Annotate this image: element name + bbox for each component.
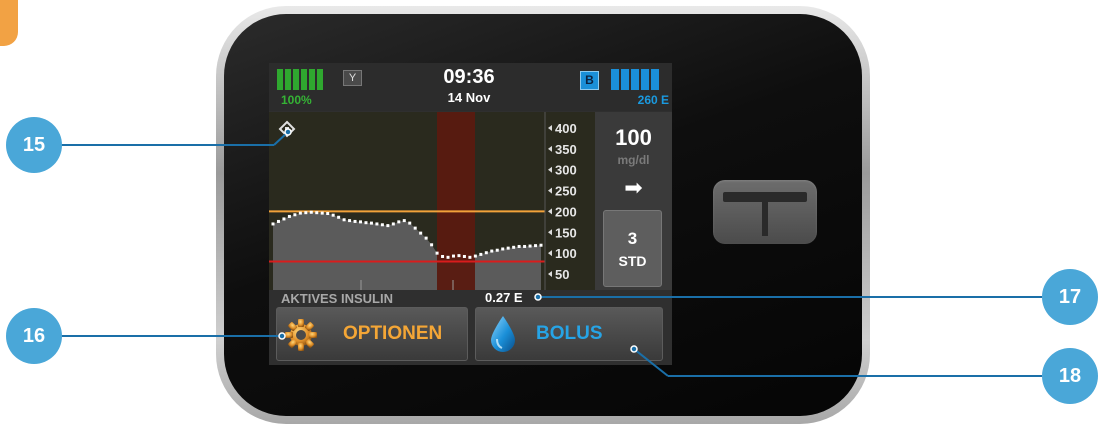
callout-18-line <box>633 348 669 377</box>
callout-leader-lines <box>60 128 1042 377</box>
callout-17: 17 <box>1042 269 1098 325</box>
callout-16: 16 <box>6 308 62 364</box>
callout-18: 18 <box>1042 348 1098 404</box>
callout-15: 15 <box>6 117 62 173</box>
manual-figure: 100% Y 09:36 14 Nov B 260 E 400 350 300 250… <box>0 0 1112 429</box>
